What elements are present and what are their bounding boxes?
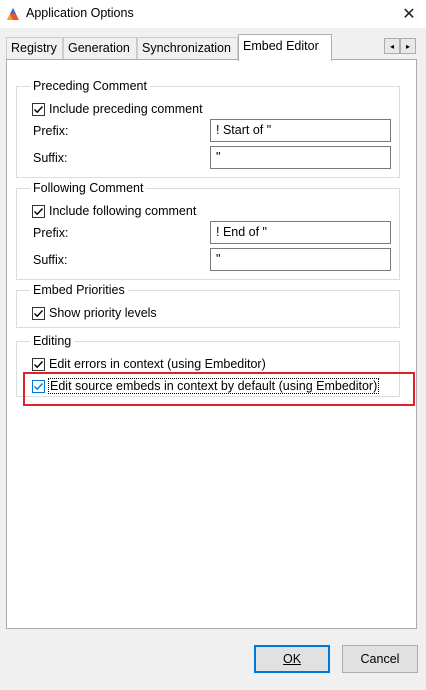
cancel-button-label: Cancel xyxy=(360,652,400,666)
following-prefix-label: Prefix: xyxy=(33,226,69,240)
preceding-comment-title: Preceding Comment xyxy=(30,79,150,93)
checkbox-box xyxy=(32,204,45,218)
following-suffix-input[interactable]: " xyxy=(210,248,391,271)
preceding-prefix-input[interactable]: ! Start of " xyxy=(210,119,391,142)
show-priority-checkbox[interactable]: Show priority levels xyxy=(32,306,157,320)
preceding-suffix-input[interactable]: " xyxy=(210,146,391,169)
tab-generation[interactable]: Generation xyxy=(63,37,137,60)
include-preceding-label: Include preceding comment xyxy=(49,102,203,116)
app-logo-icon xyxy=(7,8,19,20)
show-priority-label: Show priority levels xyxy=(49,306,157,320)
tab-embed-editor[interactable]: Embed Editor xyxy=(238,34,332,61)
ok-button[interactable]: OK xyxy=(254,645,330,673)
include-preceding-checkbox[interactable]: Include preceding comment xyxy=(32,102,203,116)
edit-errors-checkbox[interactable]: Edit errors in context (using Embeditor) xyxy=(32,357,266,371)
checkbox-box xyxy=(32,306,45,320)
following-prefix-input[interactable]: ! End of " xyxy=(210,221,391,244)
scroll-left-icon[interactable]: ◂ xyxy=(384,38,400,54)
title-bar: Application Options ✕ xyxy=(0,0,426,28)
tab-registry[interactable]: Registry xyxy=(6,37,63,60)
close-icon: ✕ xyxy=(402,6,416,23)
checkbox-box xyxy=(32,357,45,371)
check-icon xyxy=(34,105,44,113)
check-icon xyxy=(34,309,44,317)
preceding-prefix-label: Prefix: xyxy=(33,124,69,138)
scroll-right-icon[interactable]: ▸ xyxy=(400,38,416,54)
cancel-button[interactable]: Cancel xyxy=(342,645,418,673)
tab-scroll-buttons: ◂ ▸ xyxy=(384,38,416,54)
checkbox-box xyxy=(32,102,45,116)
edit-errors-label: Edit errors in context (using Embeditor) xyxy=(49,357,266,371)
check-icon xyxy=(34,360,44,368)
preceding-suffix-label: Suffix: xyxy=(33,151,68,165)
ok-button-label: OK xyxy=(282,652,302,666)
check-icon xyxy=(34,207,44,215)
window-title: Application Options xyxy=(26,6,134,20)
highlight-box xyxy=(23,372,415,406)
include-following-checkbox[interactable]: Include following comment xyxy=(32,204,196,218)
close-button[interactable]: ✕ xyxy=(392,0,426,28)
following-comment-title: Following Comment xyxy=(30,181,147,195)
embed-priorities-title: Embed Priorities xyxy=(30,283,128,297)
include-following-label: Include following comment xyxy=(49,204,197,218)
following-suffix-label: Suffix: xyxy=(33,253,68,267)
editing-title: Editing xyxy=(30,334,75,348)
tab-synchronization[interactable]: Synchronization xyxy=(137,37,238,60)
